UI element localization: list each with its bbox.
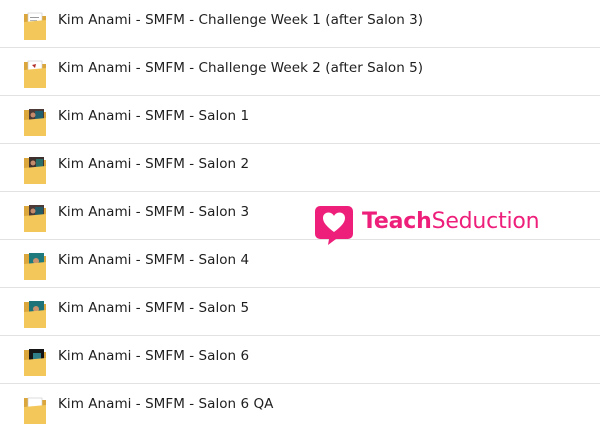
watermark-regular: Seduction (431, 209, 540, 234)
list-item[interactable]: Kim Anami - SMFM - Salon 2 (0, 144, 600, 192)
list-item[interactable]: Kim Anami - SMFM - Challenge Week 1 (aft… (0, 0, 600, 48)
file-name: Kim Anami - SMFM - Salon 6 QA (58, 396, 274, 412)
heart-speech-bubble-icon (315, 206, 353, 245)
list-item[interactable]: Kim Anami - SMFM - Salon 6 QA (0, 384, 600, 431)
folder-icon (24, 12, 46, 40)
watermark-bold: Teach (362, 209, 432, 234)
folder-icon (24, 397, 46, 424)
folder-icon (24, 301, 46, 328)
file-name: Kim Anami - SMFM - Challenge Week 2 (aft… (58, 60, 424, 76)
file-name: Kim Anami - SMFM - Salon 6 (58, 348, 250, 364)
file-name: Kim Anami - SMFM - Challenge Week 1 (aft… (58, 12, 424, 28)
file-name: Kim Anami - SMFM - Salon 4 (58, 252, 250, 268)
list-item[interactable]: Kim Anami - SMFM - Salon 1 (0, 96, 600, 144)
file-name: Kim Anami - SMFM - Salon 2 (58, 156, 250, 172)
file-name: Kim Anami - SMFM - Salon 3 (58, 204, 250, 220)
folder-icon (24, 349, 46, 376)
file-name: Kim Anami - SMFM - Salon 1 (58, 108, 250, 124)
list-item[interactable]: Kim Anami - SMFM - Salon 4 (0, 240, 600, 288)
file-name: Kim Anami - SMFM - Salon 5 (58, 300, 250, 316)
folder-icon (24, 157, 46, 184)
folder-icon (24, 60, 46, 88)
folder-icon (24, 109, 46, 136)
list-item[interactable]: Kim Anami - SMFM - Salon 5 (0, 288, 600, 336)
list-item[interactable]: Kim Anami - SMFM - Salon 6 (0, 336, 600, 384)
teachseduction-watermark: TeachSeduction (314, 200, 564, 246)
file-explorer-window: Kim Anami - SMFM - Challenge Week 1 (aft… (0, 0, 600, 440)
list-item[interactable]: Kim Anami - SMFM - Challenge Week 2 (aft… (0, 48, 600, 96)
folder-icon (24, 205, 46, 232)
watermark-text: TeachSeduction (362, 209, 540, 234)
folder-icon (24, 253, 46, 280)
